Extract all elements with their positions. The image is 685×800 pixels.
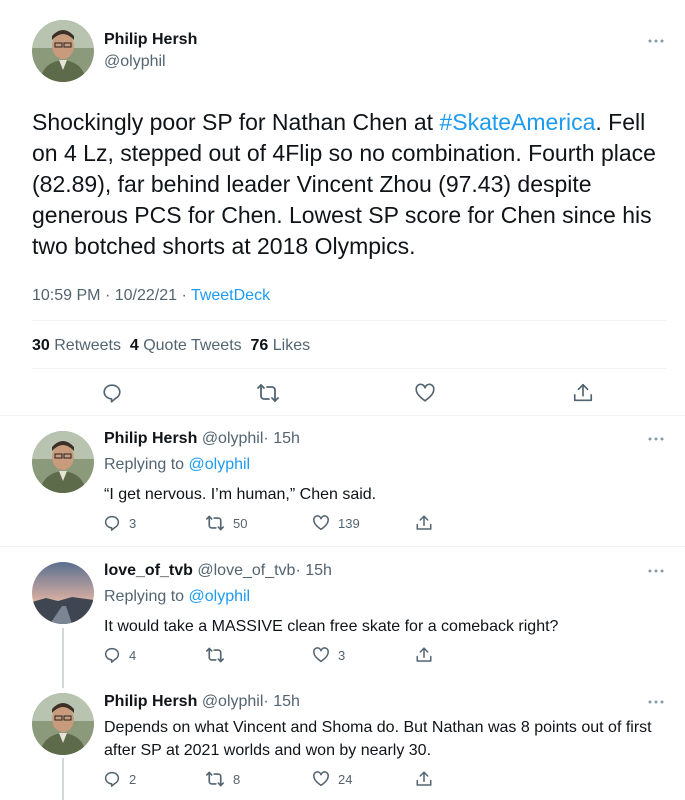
retweet-count: 8 [233, 772, 241, 787]
quotes-stat[interactable]: 4 Quote Tweets [130, 337, 242, 354]
author-name[interactable]: Philip Hersh [104, 30, 197, 50]
tweet-date[interactable]: 10/22/21 [115, 287, 177, 304]
more-dots-icon [646, 433, 666, 445]
divider [32, 320, 666, 321]
more-options-button[interactable] [646, 433, 666, 445]
tweet-stats: 30 Retweets 4 Quote Tweets 76 Likes [32, 336, 310, 356]
reply-count: 2 [129, 772, 137, 787]
avatar[interactable] [32, 693, 94, 755]
tweet-text: Shockingly poor SP for Nathan Chen at #S… [32, 107, 664, 262]
like-count: 139 [338, 516, 360, 531]
likes-label: Likes [272, 337, 311, 354]
thread-connector-line [62, 628, 64, 688]
heart-icon[interactable] [312, 514, 330, 537]
author-name[interactable]: Philip Hersh [104, 430, 197, 447]
replying-to-label: Replying to [104, 456, 185, 473]
replying-to-link[interactable]: @olyphil [189, 456, 251, 473]
tweet-meta: 10:59 PM · 10/22/21 · TweetDeck [32, 286, 270, 306]
more-options-button[interactable] [646, 565, 666, 577]
time-ago[interactable]: · 15h [263, 430, 299, 447]
quotes-label: Quote Tweets [143, 337, 242, 354]
meta-separator: · [104, 287, 111, 304]
reply-text: “I get nervous. I’m human,” Chen said. [104, 486, 377, 503]
retweet-arrows-icon[interactable] [256, 382, 280, 409]
reply-bubble-icon[interactable] [103, 514, 121, 537]
thread-connector-line [62, 758, 64, 800]
retweet-count: 50 [233, 516, 248, 531]
tweet-source-link[interactable]: TweetDeck [191, 287, 270, 304]
reply-count: 3 [129, 516, 137, 531]
more-dots-icon [646, 696, 666, 708]
avatar[interactable] [32, 431, 94, 493]
retweet-arrows-icon[interactable] [205, 514, 225, 537]
meta-separator: · [181, 287, 187, 304]
retweets-label: Retweets [54, 337, 121, 354]
reply-count: 4 [129, 648, 137, 663]
reply-bubble-icon[interactable] [103, 646, 121, 669]
heart-icon[interactable] [312, 646, 330, 669]
author-handle[interactable]: @olyphil [202, 693, 264, 710]
share-upload-icon[interactable] [415, 770, 433, 793]
tweet-time[interactable]: 10:59 PM [32, 287, 100, 304]
reply-bubble-icon[interactable] [101, 382, 123, 409]
replying-to-line: Replying to @olyphil [104, 587, 250, 607]
like-count: 3 [338, 648, 346, 663]
share-upload-icon[interactable] [572, 382, 594, 409]
author-handle[interactable]: @love_of_tvb [197, 562, 295, 579]
replying-to-link[interactable]: @olyphil [189, 588, 251, 605]
tweet-text-part: Shockingly poor SP for Nathan Chen at [32, 109, 440, 135]
reply-header: Philip Hersh @olyphil· 15h [104, 429, 300, 449]
author-name[interactable]: Philip Hersh [104, 693, 197, 710]
likes-stat[interactable]: 76 Likes [251, 337, 311, 354]
author-name[interactable]: love_of_tvb [104, 562, 193, 579]
retweets-stat[interactable]: 30 Retweets [32, 337, 121, 354]
more-options-button[interactable] [646, 696, 666, 708]
reply-header: Philip Hersh @olyphil· 15h [104, 692, 300, 712]
replying-to-line: Replying to @olyphil [104, 455, 250, 475]
reply-header: love_of_tvb @love_of_tvb· 15h [104, 561, 332, 581]
like-count: 24 [338, 772, 353, 787]
author-handle[interactable]: @olyphil [202, 430, 264, 447]
more-dots-icon [646, 565, 666, 577]
divider [0, 415, 685, 416]
share-upload-icon[interactable] [415, 514, 433, 537]
time-ago[interactable]: · 15h [263, 693, 299, 710]
divider [32, 368, 666, 369]
reply-text: It would take a MASSIVE clean free skate… [104, 618, 559, 635]
share-upload-icon[interactable] [415, 646, 433, 669]
avatar[interactable] [32, 562, 94, 624]
heart-icon[interactable] [414, 382, 436, 409]
divider [0, 546, 685, 547]
retweet-arrows-icon[interactable] [205, 770, 225, 793]
heart-icon[interactable] [312, 770, 330, 793]
reply-bubble-icon[interactable] [103, 770, 121, 793]
reply-text: Depends on what Vincent and Shoma do. Bu… [104, 719, 652, 759]
author-handle[interactable]: @olyphil [104, 52, 166, 72]
likes-count: 76 [250, 337, 269, 354]
more-dots-icon [646, 35, 666, 47]
more-options-button[interactable] [646, 35, 666, 47]
avatar[interactable] [32, 20, 94, 82]
time-ago[interactable]: · 15h [295, 562, 331, 579]
replying-to-label: Replying to [104, 588, 185, 605]
retweet-arrows-icon[interactable] [205, 646, 225, 669]
quotes-count: 4 [129, 337, 139, 354]
hashtag-link[interactable]: #SkateAmerica [439, 109, 595, 135]
retweets-count: 30 [32, 337, 50, 354]
